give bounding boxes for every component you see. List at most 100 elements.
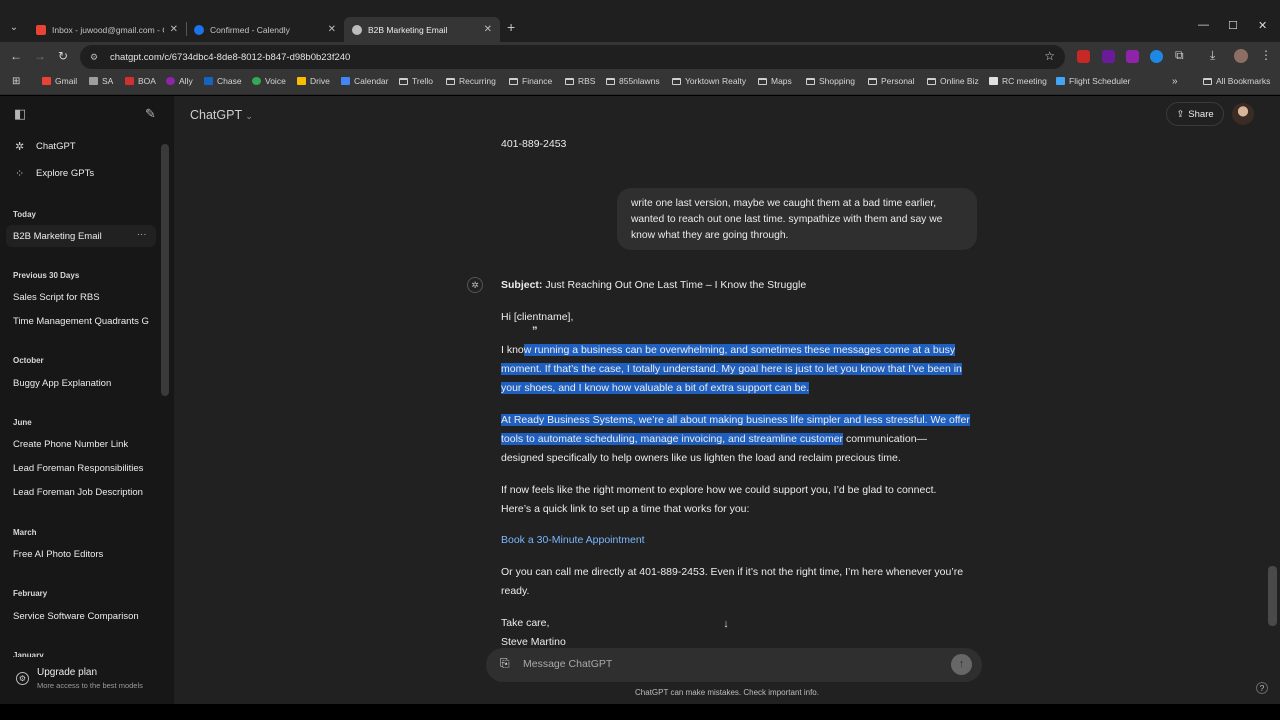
book-appointment-link[interactable]: Book a 30-Minute Appointment: [501, 531, 645, 550]
sidebar-scrollbar[interactable]: [161, 144, 169, 396]
drive-icon: [297, 77, 306, 85]
help-icon[interactable]: ?: [1256, 682, 1268, 694]
close-tab-icon[interactable]: ✕: [170, 24, 178, 35]
send-arrow-icon[interactable]: ↑: [951, 654, 972, 675]
toggle-sidebar-icon[interactable]: ◧: [14, 106, 26, 122]
bookmark-ally[interactable]: Ally: [166, 76, 193, 86]
bookmark-rc-meeting[interactable]: RC meeting: [989, 76, 1047, 86]
selected-text: w running a business can be overwhelming…: [523, 344, 956, 356]
reload-icon[interactable]: ↻: [58, 49, 68, 63]
bookmark-maps[interactable]: Maps: [758, 76, 792, 86]
extension-icon[interactable]: [1150, 50, 1163, 63]
sidebar-item-create-phone-link[interactable]: Create Phone Number Link: [13, 439, 149, 450]
bookmark-calendar[interactable]: Calendar: [341, 76, 389, 86]
more-bookmarks-icon[interactable]: »: [1172, 76, 1178, 87]
sidebar-item-free-ai-photo[interactable]: Free AI Photo Editors: [13, 549, 149, 560]
sidebar-item-buggy-app[interactable]: Buggy App Explanation: [13, 378, 149, 389]
sidebar-item-b2b-marketing-email[interactable]: B2B Marketing Email: [13, 231, 131, 242]
attach-paperclip-icon[interactable]: ⎘: [500, 656, 510, 671]
forward-icon[interactable]: →: [34, 49, 46, 63]
quote-icon[interactable]: ”: [532, 322, 538, 341]
close-tab-icon[interactable]: ✕: [328, 24, 336, 35]
user-avatar[interactable]: [1232, 103, 1254, 125]
sidebar-section-march: March: [13, 528, 37, 537]
share-button[interactable]: ⇪ Share: [1166, 102, 1224, 126]
site-info-icon[interactable]: ⚙: [90, 52, 102, 63]
bookmark-yorktown-realty[interactable]: Yorktown Realty: [672, 76, 746, 86]
message-composer[interactable]: ⎘ Message ChatGPT ↑: [486, 648, 982, 682]
bookmark-drive[interactable]: Drive: [297, 76, 330, 86]
plane-icon: [1056, 77, 1065, 85]
bookmark-label: Calendar: [354, 76, 389, 86]
close-tab-icon[interactable]: ✕: [484, 24, 492, 35]
extensions-puzzle-icon[interactable]: ⧉: [1175, 48, 1184, 63]
sidebar-item-service-software[interactable]: Service Software Comparison: [13, 611, 149, 622]
openai-logo-icon: ✲: [15, 141, 25, 153]
bookmark-online-biz[interactable]: Online Biz: [927, 76, 979, 86]
text-span: I kno: [501, 344, 524, 356]
bookmark-personal[interactable]: Personal: [868, 76, 915, 86]
sidebar-section-today: Today: [13, 210, 36, 219]
main-scrollbar[interactable]: [1268, 566, 1277, 626]
sidebar-section-february: February: [13, 589, 48, 598]
bookmark-finance[interactable]: Finance: [509, 76, 552, 86]
new-tab-icon[interactable]: +: [507, 19, 515, 35]
address-bar[interactable]: ⚙ chatgpt.com/c/6734dbc4-8de8-8012-b847-…: [80, 45, 1065, 69]
bookmark-shopping[interactable]: Shopping: [806, 76, 855, 86]
screen-bottom-border: [0, 704, 1280, 720]
bookmark-rbs[interactable]: RBS: [565, 76, 595, 86]
bookmark-gmail[interactable]: Gmail: [42, 76, 77, 86]
upgrade-plan-button[interactable]: ⚙ Upgrade plan More access to the best m…: [8, 664, 168, 696]
disclaimer-text: ChatGPT can make mistakes. Check importa…: [635, 688, 819, 697]
folder-icon: [565, 77, 574, 85]
download-icon[interactable]: ⤓: [1210, 48, 1215, 63]
sidebar-item-sales-script[interactable]: Sales Script for RBS: [13, 292, 149, 303]
profile-avatar[interactable]: [1234, 49, 1248, 63]
bookmark-trello[interactable]: Trello: [399, 76, 433, 86]
back-icon[interactable]: ←: [10, 49, 22, 63]
model-selector[interactable]: ChatGPT ⌄: [190, 108, 253, 122]
sidebar: ◧ ✎ ✲ ChatGPT ⁘ Explore GPTs Today B2B M…: [0, 96, 174, 704]
tab-calendly[interactable]: Confirmed - Calendly ✕: [186, 17, 344, 42]
scroll-down-icon[interactable]: ↓: [716, 614, 736, 634]
sidebar-item-time-management[interactable]: Time Management Quadrants G: [13, 316, 149, 327]
bookmark-label: Maps: [771, 76, 792, 86]
bookmark-label: Online Biz: [940, 76, 979, 86]
bookmark-label: Yorktown Realty: [685, 76, 747, 86]
bookmark-flight-scheduler[interactable]: Flight Scheduler: [1056, 76, 1130, 86]
folder-icon: [399, 77, 408, 85]
extension-icon[interactable]: [1077, 50, 1090, 63]
extension-icon[interactable]: [1102, 50, 1115, 63]
close-window-icon[interactable]: ✕: [1258, 19, 1267, 32]
browser-menu-icon[interactable]: ⋮: [1260, 48, 1272, 62]
bookmark-voice[interactable]: Voice: [252, 76, 286, 86]
more-options-icon[interactable]: ···: [137, 229, 151, 240]
bookmark-855nlawns[interactable]: 855nlawns: [606, 76, 660, 86]
selected-text: At Ready Business Systems, we’re all abo…: [501, 414, 970, 426]
new-chat-icon[interactable]: ✎: [145, 106, 156, 122]
tab-b2b-marketing-email[interactable]: B2B Marketing Email ✕: [344, 17, 500, 42]
email-paragraph-2-line-1: At Ready Business Systems, we’re all abo…: [501, 411, 970, 430]
sidebar-item-explore-gpts[interactable]: Explore GPTs: [36, 168, 172, 179]
bookmark-chase[interactable]: Chase: [204, 76, 242, 86]
maximize-icon[interactable]: ☐: [1228, 19, 1238, 32]
extension-icon[interactable]: [1126, 50, 1139, 63]
apps-grid-icon[interactable]: ⊞: [12, 76, 20, 87]
tab-search-icon[interactable]: ⌄: [6, 20, 22, 36]
minimize-icon[interactable]: —: [1198, 19, 1209, 31]
bookmark-star-icon[interactable]: ☆: [1044, 49, 1055, 63]
message-input[interactable]: Message ChatGPT: [523, 658, 612, 670]
bookmark-label: BOA: [138, 76, 156, 86]
sidebar-item-lead-foreman-desc[interactable]: Lead Foreman Job Description: [13, 487, 149, 498]
folder-icon: [606, 77, 615, 85]
bookmark-boa[interactable]: BOA: [125, 76, 156, 86]
bookmark-sa[interactable]: SA: [89, 76, 113, 86]
all-bookmarks[interactable]: All Bookmarks: [1203, 76, 1270, 86]
tab-gmail[interactable]: Inbox - juwood@gmail.com - G ✕: [28, 17, 186, 42]
email-paragraph-4-line-1: Or you can call me directly at 401-889-2…: [501, 566, 964, 578]
sidebar-item-lead-foreman-resp[interactable]: Lead Foreman Responsibilities: [13, 463, 149, 474]
sidebar-item-chatgpt[interactable]: ChatGPT: [36, 141, 172, 152]
email-paragraph-1-line-3: your shoes, and I know how valuable a bi…: [501, 379, 810, 398]
email-paragraph-4-line-2: ready.: [501, 585, 530, 597]
bookmark-recurring[interactable]: Recurring: [446, 76, 496, 86]
